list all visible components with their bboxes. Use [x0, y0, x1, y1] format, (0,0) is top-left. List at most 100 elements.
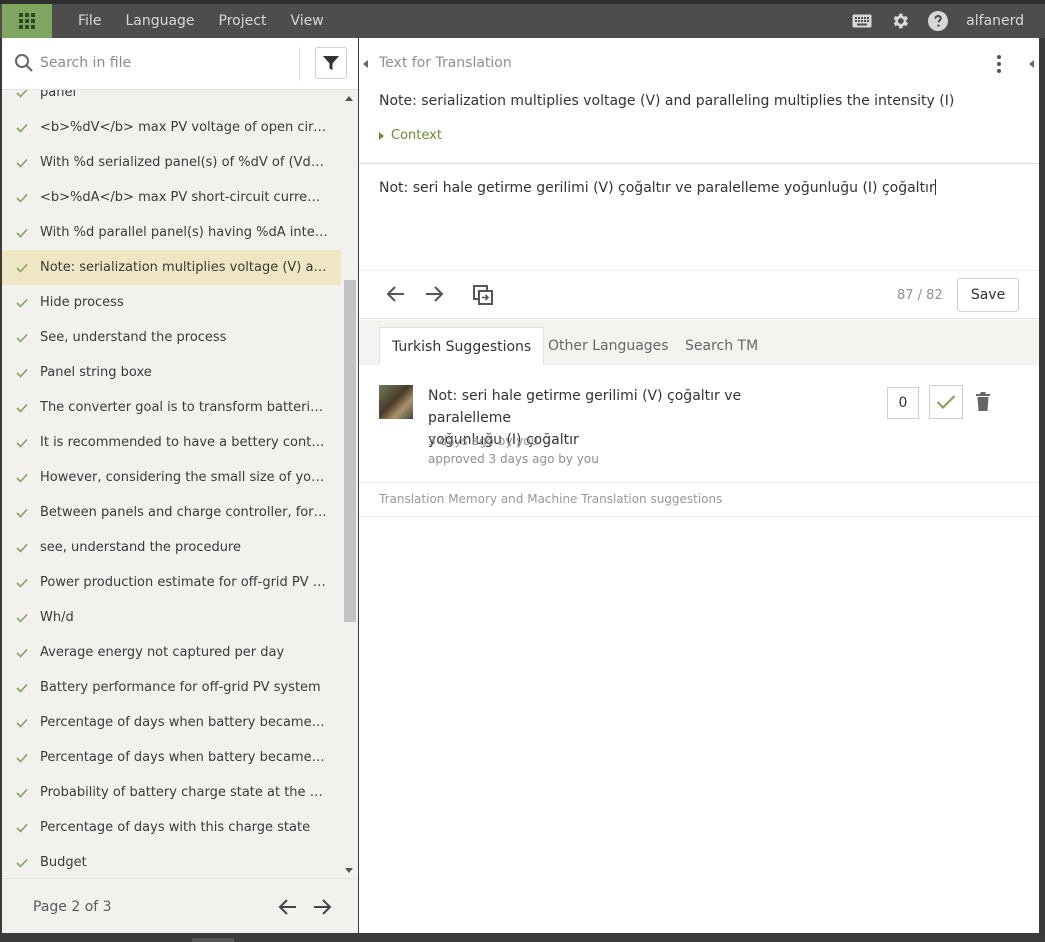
- context-toggle[interactable]: Context: [379, 128, 442, 143]
- list-item-label: Battery performance for off-grid PV syst…: [40, 680, 321, 695]
- tab-turkish-suggestions[interactable]: Turkish Suggestions: [379, 327, 545, 365]
- check-icon: [2, 333, 40, 343]
- list-item[interactable]: Power production estimate for off-grid P…: [2, 565, 341, 600]
- list-item[interactable]: Percentage of days with this charge stat…: [2, 810, 341, 845]
- page-indicator: Page 2 of 3: [33, 899, 112, 915]
- list-item[interactable]: Battery performance for off-grid PV syst…: [2, 670, 341, 705]
- list-item[interactable]: The converter goal is to transform batte…: [2, 390, 341, 425]
- list-item[interactable]: Percentage of days when battery became f…: [2, 705, 341, 740]
- prev-page-button[interactable]: [278, 897, 298, 921]
- check-icon: [2, 753, 40, 763]
- check-icon: [2, 263, 40, 273]
- next-unit-button[interactable]: [424, 284, 444, 308]
- menu-file[interactable]: File: [78, 13, 101, 29]
- suggestion-tabs: Turkish Suggestions Other Languages Sear…: [359, 320, 1039, 365]
- filter-button[interactable]: [315, 47, 347, 79]
- check-icon: [2, 543, 40, 553]
- menu-language[interactable]: Language: [125, 13, 194, 29]
- trash-icon: [976, 392, 990, 411]
- list-item[interactable]: However, considering the small size of y…: [2, 460, 341, 495]
- list-item[interactable]: Wh/d: [2, 600, 341, 635]
- list-item[interactable]: Percentage of days when battery became e…: [2, 740, 341, 775]
- scroll-up-icon[interactable]: [345, 96, 353, 101]
- list-item[interactable]: It is recommended to have a bettery cont…: [2, 425, 341, 460]
- list-item-label: panel: [40, 90, 77, 100]
- expand-triangle-icon: [379, 131, 384, 140]
- source-text: Note: serialization multiplies voltage (…: [379, 93, 955, 109]
- editor-toolbar: 87 / 82 Save: [359, 271, 1039, 319]
- list-item[interactable]: Between panels and charge controller, fo…: [2, 495, 341, 530]
- list-item[interactable]: Panel string boxe: [2, 355, 341, 390]
- list-item[interactable]: Hide process: [2, 285, 341, 320]
- next-page-button[interactable]: [312, 897, 332, 921]
- save-button[interactable]: Save: [957, 278, 1019, 312]
- list-item-label: see, understand the procedure: [40, 540, 241, 555]
- list-item-label: Percentage of days when battery became e…: [40, 750, 328, 765]
- top-right-tools: alfanerd: [852, 4, 1045, 38]
- list-item[interactable]: <b>%dA</b> max PV short-circuit current …: [2, 180, 341, 215]
- suggestion-timestamp: 3 days ago by you: [428, 434, 539, 448]
- list-item-label: The converter goal is to transform batte…: [40, 400, 328, 415]
- collapse-left-icon[interactable]: [363, 60, 368, 68]
- scroll-down-icon[interactable]: [345, 868, 353, 873]
- check-icon: [2, 788, 40, 798]
- tab-other-languages[interactable]: Other Languages: [536, 327, 681, 365]
- list-item[interactable]: Average energy not captured per day: [2, 635, 341, 670]
- scroll-thumb[interactable]: [344, 280, 356, 622]
- list-item-label: Wh/d: [40, 610, 74, 625]
- unit-list-panel: Search in file panel <b>%dV</b> max PV vo…: [2, 38, 358, 933]
- list-item-label: Power production estimate for off-grid P…: [40, 575, 328, 590]
- gear-icon[interactable]: [890, 11, 910, 31]
- translation-panel: Text for Translation Note: serialization…: [359, 38, 1039, 933]
- character-counter: 87 / 82: [897, 288, 943, 303]
- copy-source-button[interactable]: [472, 284, 494, 310]
- user-menu[interactable]: alfanerd: [966, 13, 1024, 29]
- arrow-left-icon: [386, 286, 404, 302]
- list-item-label: Panel string boxe: [40, 365, 152, 380]
- arrow-right-icon: [314, 899, 332, 915]
- delete-button[interactable]: [975, 392, 991, 415]
- menu-view[interactable]: View: [290, 13, 323, 29]
- list-item-label: See, understand the process: [40, 330, 227, 345]
- check-icon: [2, 158, 40, 168]
- translation-editor[interactable]: Not: seri hale getirme gerilimi (V) çoğa…: [359, 165, 1039, 271]
- approve-button[interactable]: [929, 385, 963, 419]
- arrow-left-icon: [278, 899, 296, 915]
- vote-count[interactable]: 0: [887, 387, 919, 419]
- menu-project[interactable]: Project: [219, 13, 267, 29]
- keyboard-icon[interactable]: [852, 14, 872, 28]
- check-icon: [2, 368, 40, 378]
- list-item-label: Percentage of days with this charge stat…: [40, 820, 311, 835]
- apps-button[interactable]: [2, 4, 52, 38]
- list-item[interactable]: Note: serialization multiplies voltage (…: [2, 250, 341, 285]
- list-item[interactable]: see, understand the procedure: [2, 530, 341, 565]
- list-item[interactable]: panel: [2, 90, 341, 110]
- list-item[interactable]: With %d serialized panel(s) of %dV of (V…: [2, 145, 341, 180]
- list-item[interactable]: Probability of battery charge state at t…: [2, 775, 341, 810]
- collapse-right-icon[interactable]: [1029, 60, 1034, 68]
- top-bar: File Language Project View alfanerd: [0, 0, 1045, 38]
- text-caret: [934, 179, 936, 195]
- check-icon: [2, 298, 40, 308]
- tab-search-tm[interactable]: Search TM: [673, 327, 770, 365]
- list-item-label: However, considering the small size of y…: [40, 470, 328, 485]
- check-icon: [2, 403, 40, 413]
- previous-unit-button[interactable]: [386, 284, 406, 308]
- list-item-label: Probability of battery charge state at t…: [40, 785, 328, 800]
- more-options-icon[interactable]: [997, 55, 1001, 73]
- check-icon: [2, 228, 40, 238]
- translation-text[interactable]: Not: seri hale getirme gerilimi (V) çoğa…: [379, 180, 935, 196]
- suggestion-approval: approved 3 days ago by you: [428, 452, 599, 466]
- list-scrollbar[interactable]: [341, 90, 358, 878]
- list-item[interactable]: See, understand the process: [2, 320, 341, 355]
- check-icon: [936, 395, 956, 410]
- list-item-label: Between panels and charge controller, fo…: [40, 505, 328, 520]
- list-item[interactable]: With %d parallel panel(s) having %dA int…: [2, 215, 341, 250]
- search-input[interactable]: Search in file: [40, 55, 131, 71]
- list-item[interactable]: Budget: [2, 845, 341, 878]
- list-item[interactable]: <b>%dV</b> max PV voltage of open circui…: [2, 110, 341, 145]
- help-icon[interactable]: [928, 11, 949, 31]
- list-item-label: Hide process: [40, 295, 124, 310]
- avatar: [379, 385, 413, 419]
- check-icon: [2, 90, 40, 98]
